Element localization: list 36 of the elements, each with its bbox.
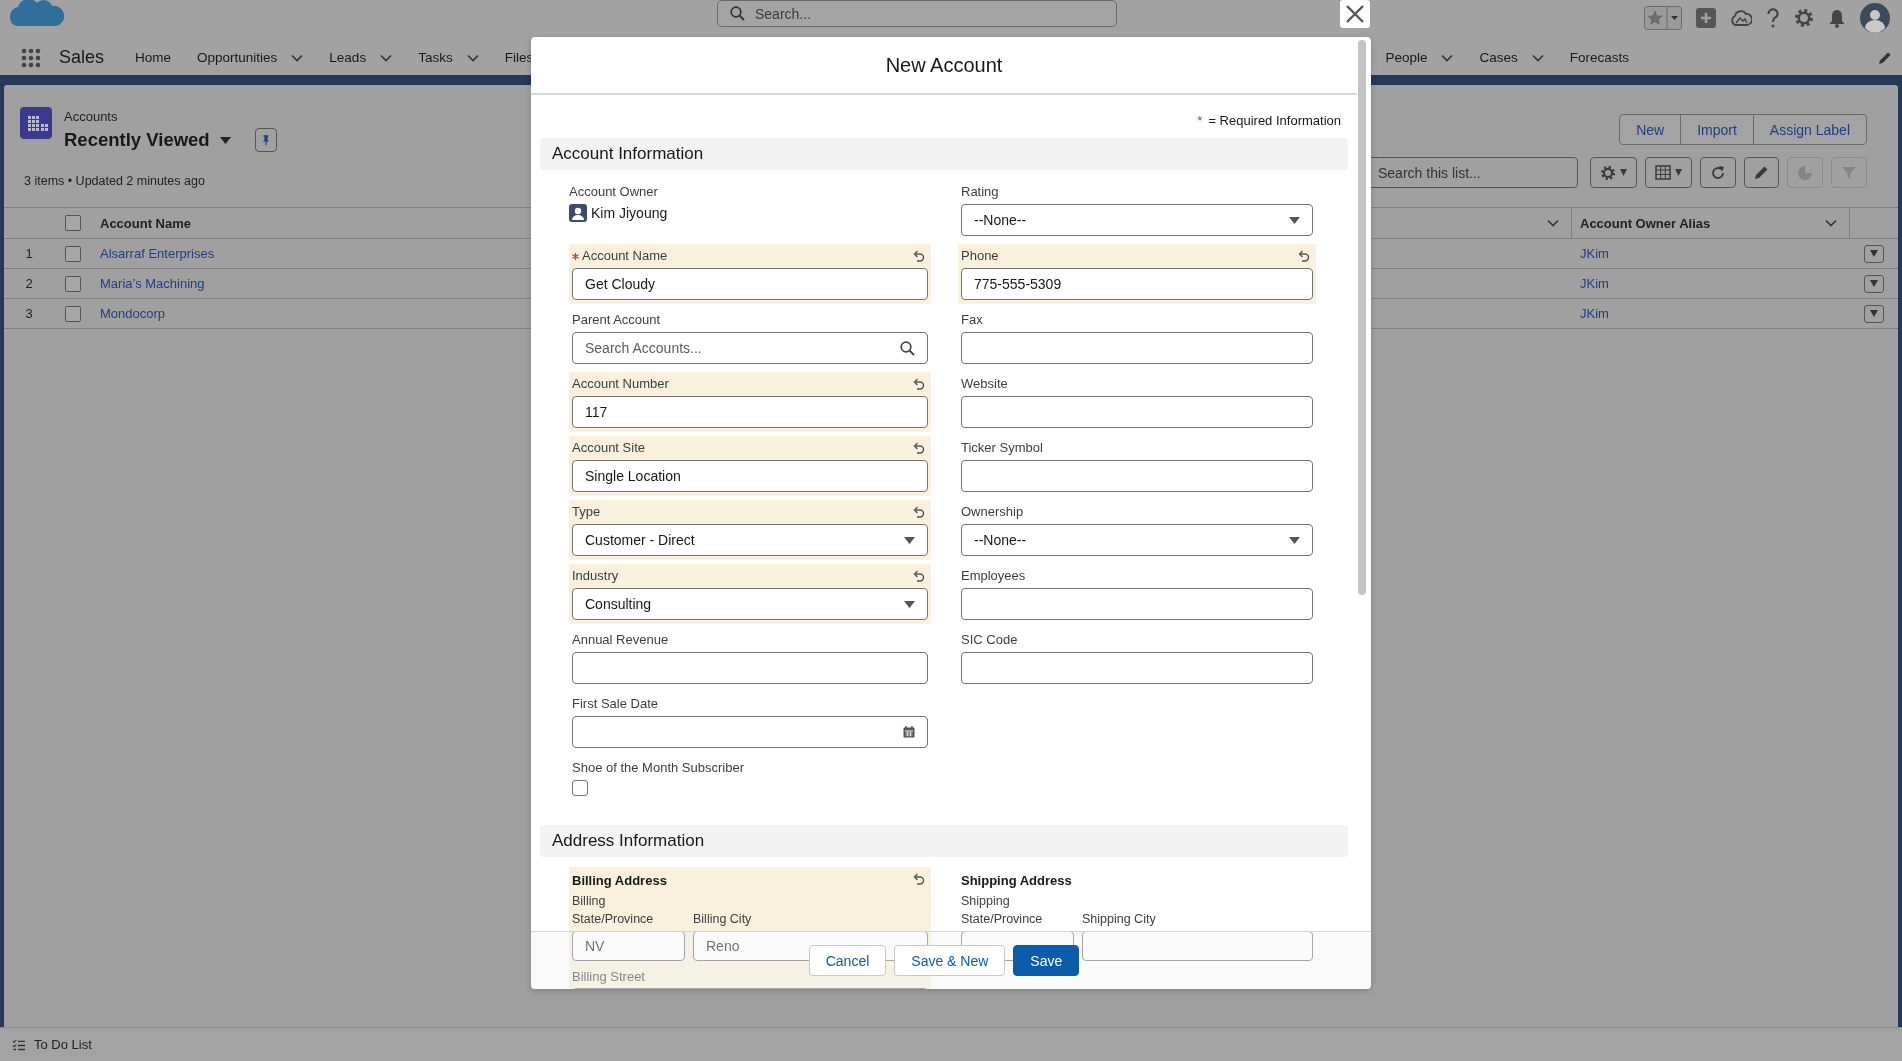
required-mark: * [1197, 113, 1203, 128]
field-label: Parent Account [572, 312, 661, 328]
address-label: Shipping Address [961, 873, 1072, 888]
required-note: = Required Information [1208, 113, 1341, 128]
field-label: Shipping City [1082, 911, 1157, 928]
field-label: Billing State/Province [572, 893, 655, 928]
field-label: Billing City [693, 911, 753, 928]
field-label: Shipping State/Province [961, 893, 1044, 928]
field-label: SIC Code [961, 632, 1018, 648]
row-number: 3 [25, 306, 33, 321]
section-header: Account Information [540, 138, 1348, 170]
address-label: Billing Address [572, 873, 667, 888]
field-label: Rating [961, 184, 999, 200]
field-label: Account Site [572, 440, 645, 456]
section-header: Address Information [540, 825, 1348, 857]
modal-title: New Account [531, 37, 1357, 95]
app-name: Sales [59, 47, 105, 68]
row-number: 2 [25, 276, 33, 291]
field-label: Type [572, 504, 601, 520]
row-number: 1 [25, 246, 33, 261]
field-label: Fax [961, 312, 983, 328]
field-label: Ticker Symbol [961, 440, 1043, 456]
field-label: Account Number [572, 376, 669, 392]
field-label: Shoe of the Month Subscriber [572, 760, 744, 776]
field-label: Phone [961, 248, 999, 264]
field-label: First Sale Date [572, 696, 658, 712]
field-label: Ownership [961, 504, 1024, 520]
object-label: Accounts [64, 109, 119, 124]
field-label: Employees [961, 568, 1026, 584]
field-label: Billing Street [572, 969, 646, 984]
field-label: Industry [572, 568, 619, 584]
field-label: Website [961, 376, 1008, 392]
field-label: Account Name [582, 248, 668, 264]
field-label: Account Owner [569, 184, 658, 200]
list-status: 3 items • Updated 2 minutes ago [24, 174, 205, 188]
field-label: Annual Revenue [572, 632, 669, 648]
